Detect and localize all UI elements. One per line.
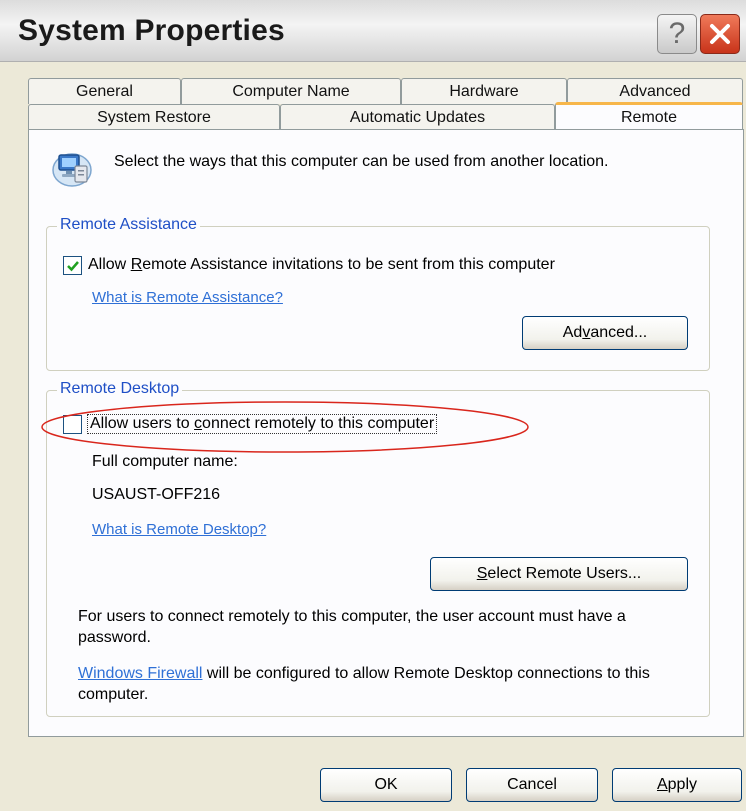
full-computer-name-label: Full computer name: [92, 453, 238, 470]
select-remote-users-button[interactable]: Select Remote Users... [430, 557, 688, 591]
tab-automatic-updates[interactable]: Automatic Updates [280, 104, 555, 130]
close-button[interactable] [700, 14, 740, 54]
button-label: Apply [657, 776, 697, 794]
tab-remote[interactable]: Remote [555, 102, 743, 130]
close-icon [710, 24, 730, 44]
remote-computer-icon [52, 153, 92, 187]
label-part: Ad [562, 324, 583, 341]
advanced-button[interactable]: Advanced... [522, 316, 688, 350]
tab-hardware[interactable]: Hardware [401, 78, 567, 104]
tab-label: Automatic Updates [349, 108, 486, 126]
question-mark-icon: ? [668, 17, 686, 50]
firewall-note: Windows Firewall will be configured to a… [78, 663, 700, 705]
button-label: Advanced... [563, 324, 648, 342]
remote-desktop-legend: Remote Desktop [57, 380, 183, 398]
help-button[interactable]: ? [657, 14, 697, 54]
intro-text: Select the ways that this computer can b… [114, 153, 609, 170]
tab-label: Advanced [619, 82, 691, 100]
tab-advanced[interactable]: Advanced [567, 78, 743, 104]
label-part: elect Remote Users... [487, 565, 642, 582]
remote-assistance-legend: Remote Assistance [57, 216, 200, 234]
title-bar[interactable]: System Properties ? [0, 0, 746, 62]
tab-label: Computer Name [232, 82, 350, 100]
apply-button[interactable]: Apply [612, 768, 742, 802]
accelerator-key: R [130, 256, 143, 273]
tab-computer-name[interactable]: Computer Name [181, 78, 401, 104]
computer-name-value: USAUST-OFF216 [92, 486, 221, 503]
button-label: OK [374, 776, 398, 793]
tab-label: System Restore [97, 108, 211, 126]
what-is-remote-assistance-link[interactable]: What is Remote Assistance? [92, 289, 283, 306]
button-label: Cancel [507, 776, 557, 793]
tab-label: Hardware [449, 82, 519, 100]
tab-general[interactable]: General [28, 78, 181, 104]
what-is-remote-desktop-link[interactable]: What is Remote Desktop? [92, 521, 266, 538]
label-part: anced... [590, 324, 648, 341]
checkmark-icon [66, 260, 79, 271]
label-part: Allow [88, 256, 131, 273]
accelerator-key: A [656, 776, 668, 793]
remote-assistance-checkbox[interactable] [63, 256, 82, 275]
label-part: emote Assistance invitations to be sent … [142, 256, 555, 273]
ok-button[interactable]: OK [320, 768, 452, 802]
label-part: pply [667, 776, 698, 793]
tab-row-2: System Restore Automatic Updates Remote [28, 102, 743, 130]
tab-label: General [76, 82, 133, 100]
remote-assistance-checkbox-label[interactable]: Allow Remote Assistance invitations to b… [88, 256, 555, 274]
remote-desktop-checkbox[interactable] [63, 415, 82, 434]
label-part: Allow users to [90, 415, 195, 432]
button-label: Select Remote Users... [477, 565, 642, 583]
label-part: onnect remotely to this computer [202, 415, 435, 432]
system-properties-window: System Properties ? General Computer Nam… [0, 0, 746, 811]
remote-desktop-checkbox-label[interactable]: Allow users to connect remotely to this … [86, 414, 438, 434]
tab-system-restore[interactable]: System Restore [28, 104, 280, 130]
accelerator-key: S [476, 565, 488, 582]
cancel-button[interactable]: Cancel [466, 768, 598, 802]
tab-label: Remote [620, 108, 678, 126]
window-title: System Properties [18, 14, 285, 47]
password-note: For users to connect remotely to this co… [78, 608, 626, 646]
windows-firewall-link[interactable]: Windows Firewall [78, 665, 202, 682]
accelerator-key: c [194, 415, 203, 432]
tab-row-1: General Computer Name Hardware Advanced [28, 78, 743, 104]
